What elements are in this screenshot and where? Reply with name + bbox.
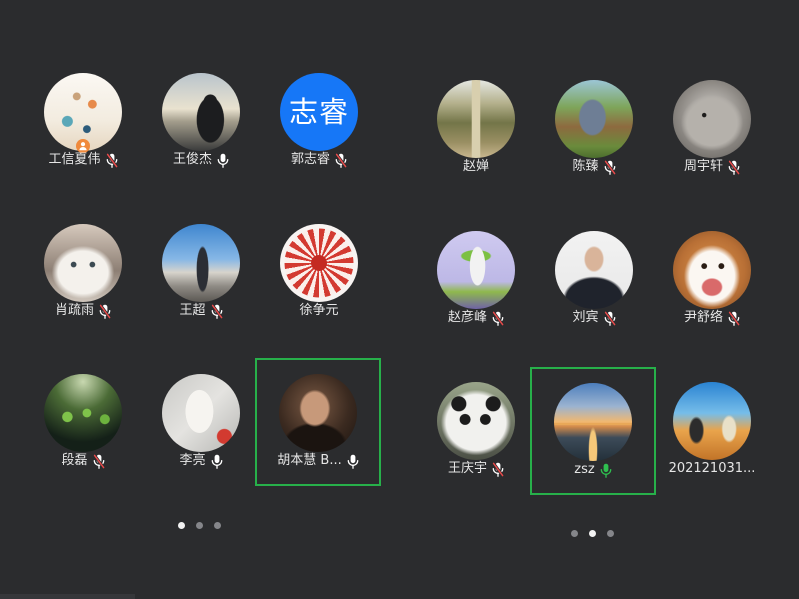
name-row: 周宇轩 [649,157,775,177]
mic-on-icon [347,454,359,469]
participant-tile[interactable]: 赵婵 [413,64,539,192]
participant-name: 胡本慧 B... [277,453,342,468]
name-row: 202121031... [649,459,775,479]
gallery-page-left[interactable]: 工信夏伟 王俊杰 志睿 郭志睿 肖疏雨 王超 徐争元 段磊 李亮 胡本慧 B..… [0,0,396,599]
name-row: 郭志睿 [256,150,382,170]
avatar [162,374,240,452]
page-dot[interactable] [178,522,185,529]
participant-name: 李亮 [179,453,206,468]
participant-name: 段磊 [61,453,88,468]
name-row: 工信夏伟 [20,150,146,170]
mic-muted-icon [99,303,111,319]
page-dot[interactable] [214,522,221,529]
mic-muted-icon [492,461,504,477]
avatar [162,73,240,151]
participant-name: 王庆宇 [447,461,487,476]
page-dot[interactable] [607,530,614,537]
participant-name: zsz [574,462,595,477]
avatar: 志睿 [280,73,358,151]
avatar [437,80,515,158]
avatar [555,80,633,158]
page-indicator [571,530,614,537]
avatar [673,80,751,158]
participant-name: 202121031... [668,461,756,476]
participant-name: 尹舒络 [683,310,723,325]
mic-muted-icon [728,159,740,175]
participant-tile[interactable]: 赵彦峰 [413,215,539,343]
participant-tile[interactable]: 徐争元 [256,208,382,336]
avatar [437,231,515,309]
avatar [673,382,751,460]
meeting-gallery-view: 工信夏伟 王俊杰 志睿 郭志睿 肖疏雨 王超 徐争元 段磊 李亮 胡本慧 B..… [0,0,799,599]
page-dot[interactable] [571,530,578,537]
participant-tile[interactable]: zsz [530,367,656,495]
avatar [280,224,358,302]
mic-on-icon [217,153,229,168]
name-row: 尹舒络 [649,308,775,328]
participant-name: 郭志睿 [290,152,330,167]
participant-tile[interactable]: 工信夏伟 [20,57,146,185]
mic-muted-icon [210,303,223,319]
participant-name: 徐争元 [299,303,339,318]
mic-muted-icon [92,453,105,469]
name-row: 王超 [138,301,264,321]
bottom-edge-bar [0,594,135,599]
participant-tile[interactable]: 段磊 [20,358,146,486]
participant-tile[interactable]: 陈臻 [531,64,657,192]
avatar [44,374,122,452]
avatar [279,374,357,452]
avatar [673,231,751,309]
participant-tile[interactable]: 胡本慧 B... [255,358,381,486]
mic-muted-icon [105,152,118,168]
participant-name: 刘宾 [572,310,599,325]
avatar-initials: 志睿 [288,94,349,129]
mic-muted-icon [335,152,347,168]
name-row: 段磊 [20,451,146,471]
page-dot[interactable] [589,530,596,537]
participant-tile[interactable]: 李亮 [138,358,264,486]
name-row: 赵婵 [413,157,539,177]
avatar [437,382,515,460]
participant-tile[interactable]: 王俊杰 [138,57,264,185]
participant-tile[interactable]: 202121031... [649,366,775,494]
name-row: 王庆宇 [413,459,539,479]
participant-tile[interactable]: 王超 [138,208,264,336]
participant-tile[interactable]: 志睿 郭志睿 [256,57,382,185]
mic-muted-icon [492,310,504,326]
participant-name: 赵婵 [462,159,489,174]
mic-muted-icon [728,310,740,326]
name-row: 刘宾 [531,308,657,328]
name-row: 李亮 [138,451,264,471]
participant-tile[interactable]: 王庆宇 [413,366,539,494]
mic-on-icon [211,454,223,469]
name-row: zsz [530,460,656,480]
name-row: 赵彦峰 [413,308,539,328]
participant-tile[interactable]: 肖疏雨 [20,208,146,336]
participant-tile[interactable]: 尹舒络 [649,215,775,343]
name-row: 王俊杰 [138,150,264,170]
avatar [554,383,632,461]
avatar [162,224,240,302]
participant-tile[interactable]: 刘宾 [531,215,657,343]
avatar [555,231,633,309]
mic-speaking-icon [600,463,612,478]
page-dot[interactable] [196,522,203,529]
gallery-page-right[interactable]: 赵婵 陈臻 周宇轩 赵彦峰 刘宾 尹舒络 王庆宇 zsz 202121031..… [396,0,799,599]
participant-name: 周宇轩 [683,159,723,174]
avatar [44,224,122,302]
name-row: 肖疏雨 [20,301,146,321]
participant-tile[interactable]: 周宇轩 [649,64,775,192]
participant-name: 王超 [179,303,206,318]
participant-name: 工信夏伟 [48,152,101,167]
participant-name: 陈臻 [572,159,599,174]
mic-muted-icon [603,159,616,175]
page-indicator [178,522,221,529]
name-row: 陈臻 [531,157,657,177]
mic-muted-icon [603,310,616,326]
participant-name: 赵彦峰 [447,310,487,325]
name-row: 胡本慧 B... [255,451,381,471]
name-row: 徐争元 [256,301,382,321]
participant-name: 肖疏雨 [54,303,94,318]
participant-name: 王俊杰 [172,152,212,167]
